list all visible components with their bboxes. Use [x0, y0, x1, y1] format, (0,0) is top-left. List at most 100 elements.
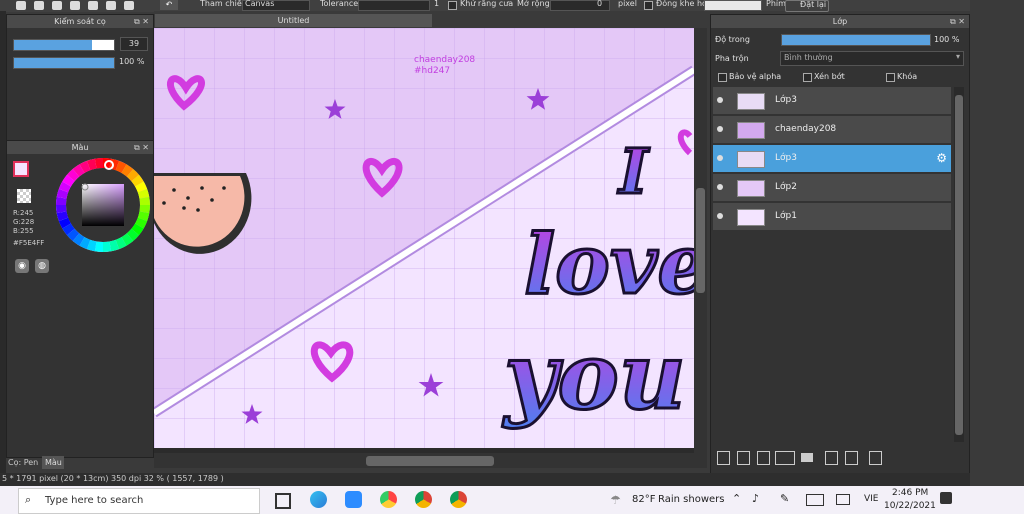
new-layer-icon[interactable] — [737, 451, 750, 465]
secondary-color-swatch[interactable] — [17, 189, 31, 203]
clock-time[interactable]: 2:46 PM — [892, 488, 928, 498]
layer-row[interactable]: chaenday208 — [713, 116, 951, 144]
panel-close-icon[interactable]: ⧉ ✕ — [950, 15, 965, 28]
pen-icon[interactable]: ✎ — [780, 492, 789, 505]
close-gap-slider[interactable] — [704, 0, 762, 11]
artwork[interactable]: chaenday208 #hd247 I love you — [151, 28, 711, 468]
hue-segment[interactable] — [94, 241, 104, 252]
hue-segment[interactable] — [126, 168, 140, 182]
visibility-icon[interactable] — [717, 155, 723, 161]
gear-icon[interactable]: ⚙ — [936, 151, 947, 165]
visibility-icon[interactable] — [717, 97, 723, 103]
hue-segment[interactable] — [62, 223, 75, 236]
clipping-checkbox[interactable] — [803, 73, 812, 82]
folder-icon[interactable] — [801, 453, 813, 462]
reference-select[interactable]: Canvas — [242, 0, 310, 11]
hue-segment[interactable] — [58, 181, 72, 193]
chrome-icon[interactable] — [415, 491, 432, 508]
hue-segment[interactable] — [131, 174, 144, 187]
new-layer-icon[interactable] — [717, 451, 730, 465]
primary-color-swatch[interactable] — [13, 161, 29, 177]
protect-alpha-checkbox[interactable] — [718, 73, 727, 82]
brush-size-slider[interactable] — [13, 39, 115, 51]
hue-segment[interactable] — [62, 174, 75, 187]
hue-segment[interactable] — [94, 158, 104, 169]
hue-segment[interactable] — [131, 223, 144, 236]
delete-icon[interactable] — [869, 451, 882, 465]
hue-segment[interactable] — [79, 236, 91, 250]
visibility-icon[interactable] — [717, 184, 723, 190]
hue-segment[interactable] — [79, 160, 91, 174]
search-box[interactable]: ⌕ Type here to search — [18, 488, 260, 514]
hue-segment[interactable] — [137, 211, 150, 222]
panel-tab-color[interactable]: Màu — [42, 456, 64, 469]
hue-segment[interactable] — [86, 158, 97, 171]
hue-segment[interactable] — [56, 188, 69, 199]
tool-icon[interactable] — [124, 1, 134, 10]
add-layer-menu-icon[interactable] — [775, 451, 795, 465]
color-wheel[interactable] — [55, 157, 151, 253]
layer-list-scrollbar[interactable] — [954, 87, 964, 442]
hue-segment[interactable] — [139, 196, 150, 206]
keyboard-icon[interactable] — [806, 494, 824, 506]
palette-icon[interactable]: ◉ — [15, 259, 29, 273]
tolerance-slider[interactable] — [358, 0, 430, 11]
edge-icon[interactable] — [310, 491, 327, 508]
volume-icon[interactable]: ♪ — [752, 492, 759, 505]
undo-icon[interactable]: ↶ — [160, 0, 178, 10]
canvas-vscroll-thumb[interactable] — [696, 188, 705, 293]
tool-icon[interactable] — [106, 1, 116, 10]
antialias-checkbox[interactable] — [448, 1, 457, 10]
hue-segment[interactable] — [56, 204, 67, 214]
canvas-tab[interactable]: Untitled — [155, 14, 432, 27]
hue-segment[interactable] — [72, 164, 85, 177]
visibility-icon[interactable] — [717, 126, 723, 132]
task-view-icon[interactable] — [275, 493, 291, 509]
chrome-icon[interactable] — [450, 491, 467, 508]
reset-button[interactable]: Đặt lại — [785, 0, 829, 12]
panel-tab-pen[interactable]: Cọ: Pen — [8, 458, 38, 467]
duplicate-icon[interactable] — [825, 451, 838, 465]
layer-row[interactable]: Lớp1 — [713, 203, 951, 231]
canvas-hscroll-thumb[interactable] — [366, 456, 494, 466]
hue-segment[interactable] — [134, 181, 148, 193]
hue-segment[interactable] — [126, 228, 140, 242]
blend-mode-select[interactable]: Bình thường ▾ — [780, 51, 964, 66]
notifications-icon[interactable] — [940, 492, 952, 504]
hue-segment[interactable] — [56, 196, 67, 206]
hue-segment[interactable] — [66, 168, 80, 182]
chevron-up-icon[interactable]: ⌃ — [732, 492, 741, 505]
hue-segment[interactable] — [139, 204, 150, 214]
hue-segment[interactable] — [121, 233, 134, 246]
hue-segment[interactable] — [121, 164, 134, 177]
hue-segment[interactable] — [86, 239, 97, 252]
brush-opacity-slider[interactable] — [13, 57, 115, 69]
hue-segment[interactable] — [109, 239, 120, 252]
visibility-icon[interactable] — [717, 213, 723, 219]
canvas-viewport[interactable]: chaenday208 #hd247 I love you — [151, 28, 711, 468]
hue-segment[interactable] — [115, 160, 127, 174]
hue-segment[interactable] — [102, 241, 112, 252]
hue-segment[interactable] — [134, 217, 148, 229]
app-icon[interactable] — [380, 491, 397, 508]
layer-row-selected[interactable]: Lớp3 ⚙ — [713, 145, 951, 173]
expand-input[interactable]: 0 — [550, 0, 610, 11]
layer-row[interactable]: Lớp3 — [713, 87, 951, 115]
display-icon[interactable] — [836, 494, 850, 505]
new-layer-icon[interactable] — [757, 451, 770, 465]
hue-segment[interactable] — [115, 236, 127, 250]
layer-opacity-slider[interactable] — [781, 34, 931, 46]
tool-icon[interactable] — [70, 1, 80, 10]
layer-row[interactable]: Lớp2 — [713, 174, 951, 202]
hue-segment[interactable] — [137, 188, 150, 199]
close-gap-checkbox[interactable] — [644, 1, 653, 10]
hue-segment[interactable] — [66, 228, 80, 242]
panel-close-icon[interactable]: ⧉ ✕ — [134, 141, 149, 154]
weather-icon[interactable]: ☂ — [610, 493, 621, 507]
tool-icon[interactable] — [34, 1, 44, 10]
lock-checkbox[interactable] — [886, 73, 895, 82]
tool-icon[interactable] — [52, 1, 62, 10]
hue-segment[interactable] — [58, 217, 72, 229]
hue-segment[interactable] — [56, 211, 69, 222]
tool-icon[interactable] — [88, 1, 98, 10]
